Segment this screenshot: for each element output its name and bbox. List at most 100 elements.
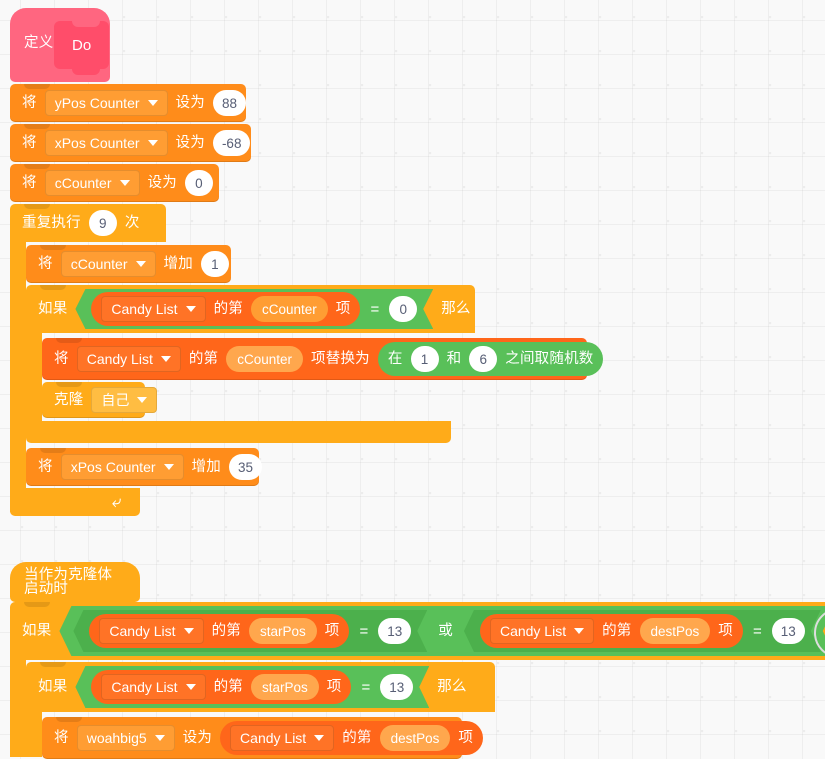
change-label: 将: [38, 458, 53, 475]
index-variable-reporter[interactable]: starPos: [249, 618, 317, 644]
if-header-inner[interactable]: 如果 Candy List 的第 starPos 项 = 13 那么: [26, 662, 495, 712]
list-dropdown-candy[interactable]: Candy List: [490, 618, 594, 644]
change-variable-block-ccounter[interactable]: 将 cCounter 增加 1: [26, 245, 231, 283]
equals-operator-label: =: [361, 678, 371, 696]
equals-boolean-block[interactable]: Candy List 的第 starPos 项 = 13: [75, 666, 429, 708]
procedure-name-label: Do: [72, 36, 92, 54]
random-max-input[interactable]: 6: [469, 346, 498, 372]
blocks-workspace[interactable]: Do 定义 将 yPos Counter 设为 88 将 xPos Counte…: [0, 0, 825, 759]
list-dropdown-candy[interactable]: Candy List: [99, 618, 203, 644]
equals-operator-label: =: [359, 622, 369, 640]
repeat-header[interactable]: 重复执行 9 次: [10, 204, 166, 242]
or-boolean-block[interactable]: Candy List 的第 starPos 项 = 13 或 Candy Lis…: [59, 606, 825, 656]
list-item-reporter[interactable]: Candy List 的第 starPos 项: [89, 614, 349, 648]
item-label: 项: [458, 729, 474, 746]
if-left-arm: [26, 333, 42, 421]
random-suffix-label: 之间取随机数: [505, 350, 594, 367]
value-input-xpos[interactable]: -68: [212, 130, 251, 156]
pick-random-block[interactable]: 在 1 和 6 之间取随机数: [377, 342, 604, 376]
index-variable-reporter[interactable]: starPos: [251, 674, 319, 700]
repeat-times-input[interactable]: 9: [88, 210, 117, 236]
chevron-down-icon: [137, 397, 148, 403]
list-item-reporter[interactable]: Candy List 的第 starPos 项: [91, 670, 351, 704]
procedure-prototype[interactable]: Do: [54, 21, 110, 75]
compare-value-input[interactable]: 13: [378, 618, 411, 644]
variable-dropdown-ccounter[interactable]: cCounter: [60, 251, 156, 277]
set-variable-block-woahbig5[interactable]: 将 woahbig5 设为 Candy List 的第 destPos 项: [42, 717, 484, 759]
list-name-label: Candy List: [109, 623, 176, 639]
if-block-outer-clone[interactable]: 如果 Candy List 的第 starPos 项 = 13 或 Candy …: [10, 602, 825, 757]
list-name-label: Candy List: [240, 730, 307, 746]
random-mid-label: 和: [446, 350, 462, 367]
list-dropdown-candy[interactable]: Candy List: [101, 674, 205, 700]
to-label: 设为: [182, 729, 213, 746]
set-label: 将: [22, 94, 37, 111]
block-notch: [40, 285, 66, 290]
by-label: 增加: [163, 255, 193, 272]
then-label: 那么: [437, 678, 467, 695]
list-item-reporter[interactable]: Candy List 的第 destPos 项: [220, 721, 484, 755]
to-label: 设为: [175, 94, 205, 111]
equals-boolean-block[interactable]: Candy List 的第 cCounter 项 = 0: [75, 289, 433, 329]
compare-value-input[interactable]: 0: [389, 296, 417, 322]
repeat-block[interactable]: 重复执行 9 次 ⤷: [10, 204, 166, 516]
random-min-input[interactable]: 1: [410, 346, 439, 372]
compare-value-input[interactable]: 13: [772, 618, 805, 644]
repeat-left-arm: [10, 242, 26, 512]
item-label: 项: [718, 622, 733, 639]
change-amount-input[interactable]: 35: [228, 454, 262, 480]
chevron-down-icon: [184, 628, 194, 634]
to-label: 设为: [175, 134, 205, 151]
variable-dropdown-xpos[interactable]: xPos Counter: [44, 130, 168, 156]
list-dropdown-candy[interactable]: Candy List: [101, 296, 205, 322]
if-footer: [26, 421, 451, 443]
variable-dropdown-xpos[interactable]: xPos Counter: [60, 454, 184, 480]
define-hat-block[interactable]: Do 定义: [10, 8, 110, 82]
block-notch: [24, 124, 50, 129]
index-variable-reporter[interactable]: cCounter: [251, 296, 328, 322]
index-variable-reporter[interactable]: cCounter: [226, 346, 304, 372]
of-label: 的第: [602, 622, 632, 639]
item-label: 项: [326, 678, 342, 695]
chevron-down-icon: [314, 735, 325, 741]
if-header[interactable]: 如果 Candy List 的第 cCounter 项 = 0 那么: [26, 285, 475, 333]
value-input-ccounter[interactable]: 0: [184, 170, 213, 196]
variable-dropdown-woahbig5[interactable]: woahbig5: [76, 725, 175, 751]
set-variable-block-ypos[interactable]: 将 yPos Counter 设为 88: [10, 84, 246, 122]
set-variable-block-ccounter[interactable]: 将 cCounter 设为 0: [10, 164, 219, 202]
equals-boolean-right[interactable]: Candy List 的第 destPos 项 = 13: [464, 610, 821, 652]
list-item-reporter[interactable]: Candy List 的第 destPos 项: [480, 614, 743, 648]
equals-boolean-left[interactable]: Candy List 的第 starPos 项 = 13: [73, 610, 427, 652]
if-left-arm-inner: [26, 712, 42, 757]
change-amount-input[interactable]: 1: [200, 251, 229, 277]
value-input-ypos[interactable]: 88: [212, 90, 246, 116]
variable-name-label: cCounter: [54, 175, 112, 191]
compare-value-input[interactable]: 13: [380, 674, 413, 700]
set-variable-block-xpos[interactable]: 将 xPos Counter 设为 -68: [10, 124, 251, 162]
equals-operator-label: =: [753, 622, 762, 640]
set-label: 将: [22, 134, 37, 151]
chevron-down-icon: [147, 100, 158, 106]
list-item-reporter[interactable]: Candy List 的第 cCounter 项: [91, 292, 360, 326]
clone-label: 克隆: [54, 391, 84, 408]
variable-dropdown-ccounter[interactable]: cCounter: [44, 170, 140, 196]
if-block-inner-starpos[interactable]: 如果 Candy List 的第 starPos 项 = 13 那么: [26, 662, 495, 757]
list-dropdown-candy[interactable]: Candy List: [230, 725, 335, 751]
if-block-candy-zero[interactable]: 如果 Candy List 的第 cCounter 项 = 0 那么: [26, 285, 475, 443]
index-variable-reporter[interactable]: destPos: [379, 725, 451, 751]
chevron-down-icon: [163, 464, 174, 470]
if-header-outer[interactable]: 如果 Candy List 的第 starPos 项 = 13 或 Candy …: [10, 602, 825, 660]
chevron-down-icon: [154, 735, 165, 741]
list-name-label: Candy List: [111, 679, 178, 695]
chevron-down-icon: [186, 306, 196, 312]
of-label: 的第: [213, 300, 243, 317]
index-variable-reporter[interactable]: destPos: [640, 618, 711, 644]
clone-target-dropdown[interactable]: 自己: [91, 387, 158, 413]
create-clone-block[interactable]: 克隆 自己: [42, 382, 158, 418]
when-clone-start-hat[interactable]: 当作为克隆体启动时: [10, 562, 140, 602]
chevron-down-icon: [135, 261, 146, 267]
replace-list-item-block[interactable]: 将 Candy List 的第 cCounter 项替换为 在 1 和 6 之间…: [42, 338, 604, 380]
list-dropdown-candy[interactable]: Candy List: [76, 346, 181, 372]
change-variable-block-xpos[interactable]: 将 xPos Counter 增加 35: [26, 448, 262, 486]
variable-dropdown-ypos[interactable]: yPos Counter: [44, 90, 168, 116]
